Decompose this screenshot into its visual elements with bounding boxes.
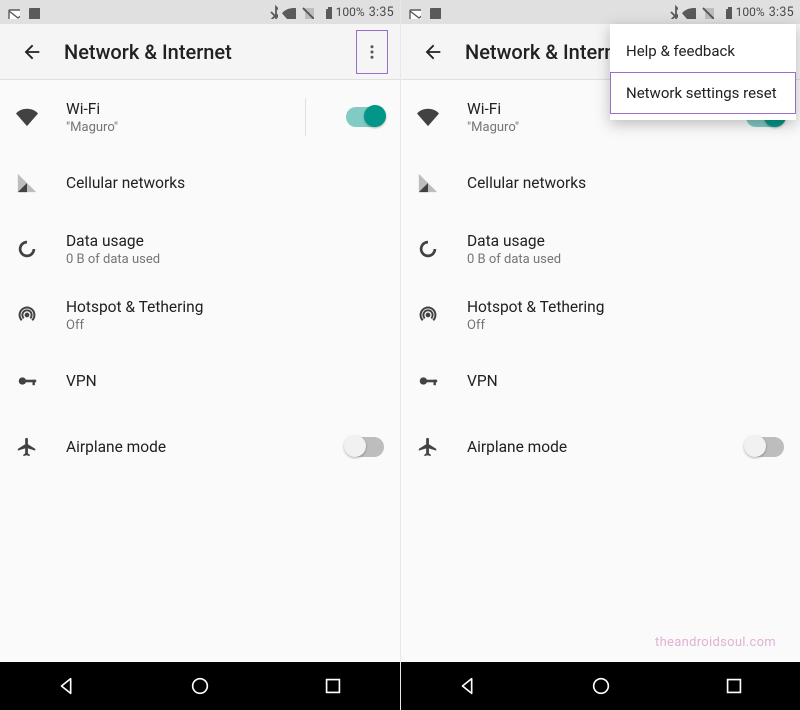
no-sim-icon xyxy=(700,5,714,19)
airplane-title: Airplane mode xyxy=(467,438,720,456)
row-hotspot[interactable]: Hotspot & Tethering Off xyxy=(401,282,800,348)
back-button[interactable] xyxy=(413,32,453,72)
menu-item-network-reset[interactable]: Network settings reset xyxy=(610,72,796,114)
hotspot-subtitle: Off xyxy=(66,318,384,333)
settings-list: Wi-Fi "Maguro" Cellular networks Data us… xyxy=(0,80,400,662)
settings-list: Wi-Fi "Maguro" Cellular networks Data us… xyxy=(401,80,800,662)
signal-icon xyxy=(16,172,38,194)
clock: 3:35 xyxy=(369,5,394,20)
wifi-status-icon xyxy=(282,5,296,19)
hotspot-title: Hotspot & Tethering xyxy=(467,298,784,316)
row-data-usage[interactable]: Data usage 0 B of data used xyxy=(0,216,400,282)
wifi-icon xyxy=(16,106,38,128)
bluetooth-icon xyxy=(264,5,278,19)
bluetooth-icon xyxy=(664,5,678,19)
row-airplane[interactable]: Airplane mode xyxy=(0,414,400,480)
status-bar: 100% 3:35 xyxy=(0,0,400,24)
nav-recent-button[interactable] xyxy=(322,675,344,697)
menu-item-help[interactable]: Help & feedback xyxy=(610,30,796,72)
wifi-status-icon xyxy=(682,5,696,19)
airplane-title: Airplane mode xyxy=(66,438,320,456)
hotspot-icon xyxy=(16,304,38,326)
screenshot-left: 100% 3:35 Network & Internet Wi-Fi "Magu… xyxy=(0,0,400,710)
divider xyxy=(305,98,306,136)
data-title: Data usage xyxy=(467,232,784,250)
nav-back-button[interactable] xyxy=(56,675,78,697)
picture-icon xyxy=(427,5,441,19)
cellular-title: Cellular networks xyxy=(467,174,784,192)
vpn-key-icon xyxy=(16,370,38,392)
signal-icon xyxy=(417,172,439,194)
nav-bar xyxy=(0,662,400,710)
gmail-icon xyxy=(6,5,20,19)
airplane-icon xyxy=(417,436,439,458)
wifi-icon xyxy=(417,106,439,128)
more-vert-icon xyxy=(363,43,381,61)
page-title: Network & Internet xyxy=(465,40,633,64)
nav-recent-button[interactable] xyxy=(723,675,745,697)
airplane-toggle[interactable] xyxy=(346,437,384,457)
data-usage-icon xyxy=(16,238,38,260)
row-wifi[interactable]: Wi-Fi "Maguro" xyxy=(0,84,400,150)
row-vpn[interactable]: VPN xyxy=(0,348,400,414)
hotspot-subtitle: Off xyxy=(467,318,784,333)
screenshot-right: 100% 3:35 Network & Internet Help & feed… xyxy=(400,0,800,710)
gmail-icon xyxy=(407,5,421,19)
wifi-title: Wi-Fi xyxy=(66,100,279,118)
watermark: theandroidsoul.com xyxy=(655,635,776,650)
row-cellular[interactable]: Cellular networks xyxy=(0,150,400,216)
nav-bar xyxy=(401,662,800,710)
toolbar: Network & Internet xyxy=(0,24,400,80)
hotspot-title: Hotspot & Tethering xyxy=(66,298,384,316)
clock: 3:35 xyxy=(769,5,794,20)
row-airplane[interactable]: Airplane mode xyxy=(401,414,800,480)
overflow-menu: Help & feedback Network settings reset xyxy=(610,24,796,120)
data-title: Data usage xyxy=(66,232,384,250)
wifi-toggle[interactable] xyxy=(346,107,384,127)
back-button[interactable] xyxy=(12,32,52,72)
row-data-usage[interactable]: Data usage 0 B of data used xyxy=(401,216,800,282)
data-subtitle: 0 B of data used xyxy=(467,252,784,267)
nav-home-button[interactable] xyxy=(590,675,612,697)
no-sim-icon xyxy=(300,5,314,19)
battery-percent: 100% xyxy=(336,5,365,19)
battery-icon xyxy=(718,5,732,19)
row-hotspot[interactable]: Hotspot & Tethering Off xyxy=(0,282,400,348)
vpn-title: VPN xyxy=(467,372,784,390)
battery-percent: 100% xyxy=(736,5,765,19)
row-vpn[interactable]: VPN xyxy=(401,348,800,414)
hotspot-icon xyxy=(417,304,439,326)
airplane-icon xyxy=(16,436,38,458)
back-arrow-icon xyxy=(21,41,43,63)
wifi-subtitle: "Maguro" xyxy=(467,120,720,135)
status-bar: 100% 3:35 xyxy=(401,0,800,24)
vpn-title: VPN xyxy=(66,372,384,390)
data-usage-icon xyxy=(417,238,439,260)
back-arrow-icon xyxy=(422,41,444,63)
airplane-toggle[interactable] xyxy=(746,437,784,457)
battery-icon xyxy=(318,5,332,19)
overflow-menu-button[interactable] xyxy=(356,30,388,74)
row-cellular[interactable]: Cellular networks xyxy=(401,150,800,216)
data-subtitle: 0 B of data used xyxy=(66,252,384,267)
nav-back-button[interactable] xyxy=(457,675,479,697)
nav-home-button[interactable] xyxy=(189,675,211,697)
wifi-subtitle: "Maguro" xyxy=(66,120,279,135)
picture-icon xyxy=(26,5,40,19)
cellular-title: Cellular networks xyxy=(66,174,384,192)
page-title: Network & Internet xyxy=(64,40,232,64)
vpn-key-icon xyxy=(417,370,439,392)
